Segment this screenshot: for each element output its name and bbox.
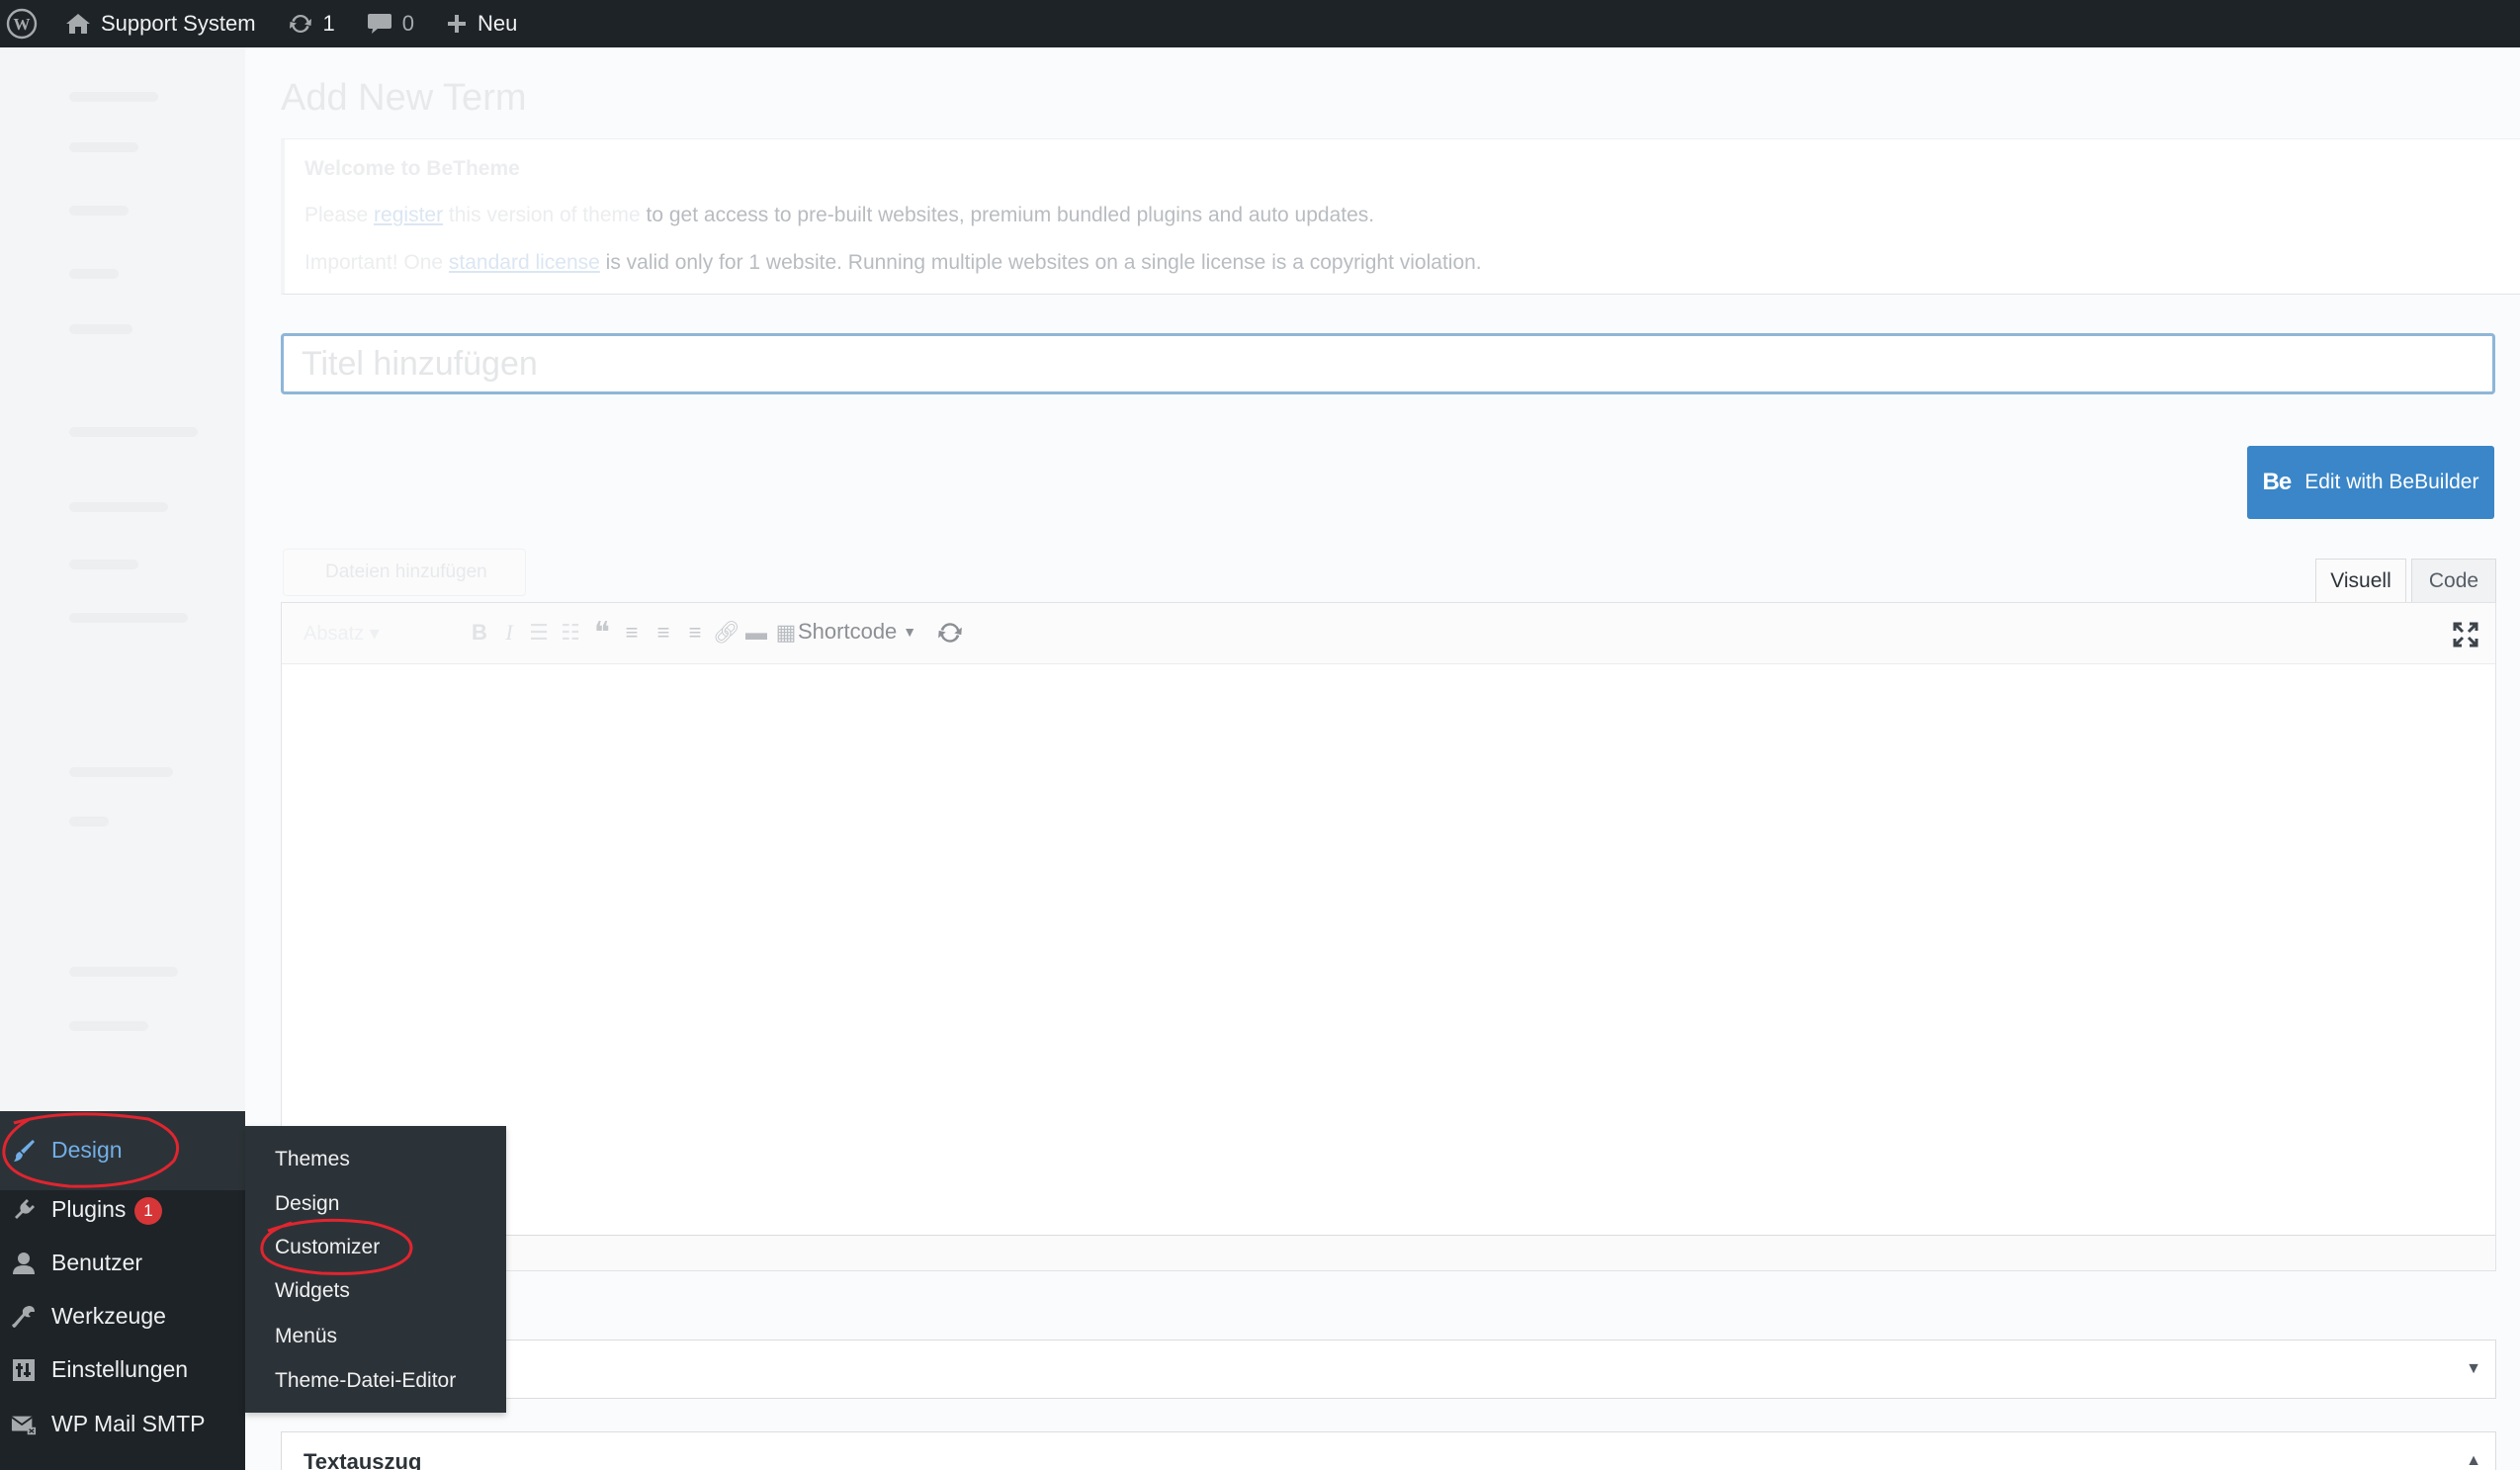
settings-icon [11, 1357, 37, 1383]
align-center-icon[interactable]: ≡ [650, 619, 677, 647]
toolbar-toggle-icon[interactable]: ▦ [772, 619, 800, 647]
sidebar-item-design[interactable]: Design [0, 1111, 245, 1190]
submenu-item-widgets[interactable]: Widgets [275, 1279, 350, 1303]
page-title: Add New Term [281, 77, 527, 119]
paintbrush-icon [11, 1138, 37, 1164]
edit-with-bebuilder-button[interactable]: Be Edit with BeBuilder [2247, 446, 2494, 519]
plus-icon [448, 15, 467, 33]
editor-toolbar: Absatz ▾ B I ☰ ☷ ❝ ≡ ≡ ≡ 🔗︎ ▬ ▦ Shortcod… [282, 603, 2495, 664]
chevron-down-icon[interactable]: ▼ [2466, 1360, 2481, 1378]
bold-icon[interactable]: B [466, 619, 493, 647]
theme-notice: Welcome to BeTheme Please register this … [281, 138, 2520, 295]
chevron-down-icon: ▼ [903, 624, 917, 640]
updates-count: 1 [322, 11, 335, 36]
add-media-button[interactable]: Dateien hinzufügen [283, 549, 526, 596]
link-icon[interactable]: 🔗︎ [713, 619, 740, 647]
sidebar-faded-overlay [0, 47, 245, 1111]
new-content-link[interactable]: Neu [430, 0, 533, 47]
sidebar-item-users[interactable]: Benutzer [0, 1236, 245, 1289]
comment-icon [367, 14, 391, 34]
align-left-icon[interactable]: ≡ [618, 619, 646, 647]
update-icon [289, 14, 311, 34]
notice-title: Welcome to BeTheme [304, 157, 520, 180]
excerpt-title: Textauszug [304, 1449, 422, 1470]
tab-code[interactable]: Code [2411, 559, 2496, 603]
wordpress-icon: W [6, 8, 38, 40]
submenu-pointer [234, 1141, 245, 1163]
admin-bar: W Support System 1 0 Neu [0, 0, 2520, 47]
plugin-icon [11, 1197, 37, 1223]
notice-line-license: Important! One standard license is valid… [304, 251, 1482, 274]
user-icon [11, 1251, 37, 1276]
submenu-item-design[interactable]: Design [275, 1192, 339, 1216]
paragraph-select[interactable]: Absatz ▾ [304, 621, 380, 646]
mail-icon [11, 1412, 37, 1437]
align-right-icon[interactable]: ≡ [681, 619, 709, 647]
shortcode-dropdown[interactable]: Shortcode ▼ [798, 619, 916, 645]
numbered-list-icon[interactable]: ☷ [557, 619, 584, 647]
submenu-item-menus[interactable]: Menüs [275, 1325, 337, 1348]
submenu-item-customizer[interactable]: Customizer [275, 1236, 380, 1259]
sidebar-item-settings[interactable]: Einstellungen [0, 1342, 245, 1396]
register-link[interactable]: register [374, 204, 443, 226]
metabox-collapsed[interactable]: ▼ [281, 1340, 2496, 1399]
submenu-item-theme-file-editor[interactable]: Theme-Datei-Editor [275, 1369, 456, 1393]
site-name: Support System [101, 11, 256, 36]
new-label: Neu [478, 11, 518, 36]
main-content: Add New Term Welcome to BeTheme Please r… [245, 47, 2520, 1470]
refresh-icon[interactable] [936, 619, 964, 651]
updates-link[interactable]: 1 [272, 0, 351, 47]
blockquote-icon[interactable]: ❝ [588, 617, 616, 649]
admin-menu: Design Plugins 1 Benutzer Werkzeuge Eins… [0, 1111, 245, 1470]
standard-license-link[interactable]: standard license [449, 251, 600, 274]
sidebar-item-tools[interactable]: Werkzeuge [0, 1289, 245, 1342]
content-editor[interactable]: Absatz ▾ B I ☰ ☷ ❝ ≡ ≡ ≡ 🔗︎ ▬ ▦ Shortcod… [281, 602, 2496, 1271]
home-icon [66, 14, 90, 34]
wrench-icon [11, 1304, 37, 1330]
bebuilder-label: Edit with BeBuilder [2304, 471, 2479, 493]
title-input[interactable] [281, 333, 2495, 394]
bullet-list-icon[interactable]: ☰ [525, 619, 553, 647]
design-submenu: Themes Design Customizer Widgets Menüs T… [245, 1126, 506, 1413]
plugins-update-badge: 1 [134, 1197, 162, 1225]
notice-line-register: Please register this version of theme to… [304, 204, 1375, 226]
bebuilder-logo: Be [2262, 469, 2293, 495]
italic-icon[interactable]: I [495, 619, 523, 647]
tab-visual[interactable]: Visuell [2315, 559, 2406, 603]
sidebar-item-plugins[interactable]: Plugins 1 [0, 1182, 245, 1236]
site-name-link[interactable]: Support System [49, 0, 272, 47]
comments-count: 0 [401, 11, 415, 36]
sidebar-item-wp-mail-smtp[interactable]: WP Mail SMTP [0, 1397, 245, 1450]
comments-link[interactable]: 0 [351, 0, 430, 47]
editor-status-bar [282, 1235, 2495, 1270]
svg-text:W: W [14, 15, 31, 34]
chevron-up-icon[interactable]: ▲ [2466, 1452, 2481, 1470]
submenu-item-themes[interactable]: Themes [275, 1148, 350, 1171]
read-more-icon[interactable]: ▬ [742, 619, 770, 647]
excerpt-metabox[interactable]: Textauszug ▲ [281, 1431, 2496, 1470]
fullscreen-icon[interactable] [2452, 621, 2479, 653]
wordpress-logo-button[interactable]: W [0, 0, 49, 47]
